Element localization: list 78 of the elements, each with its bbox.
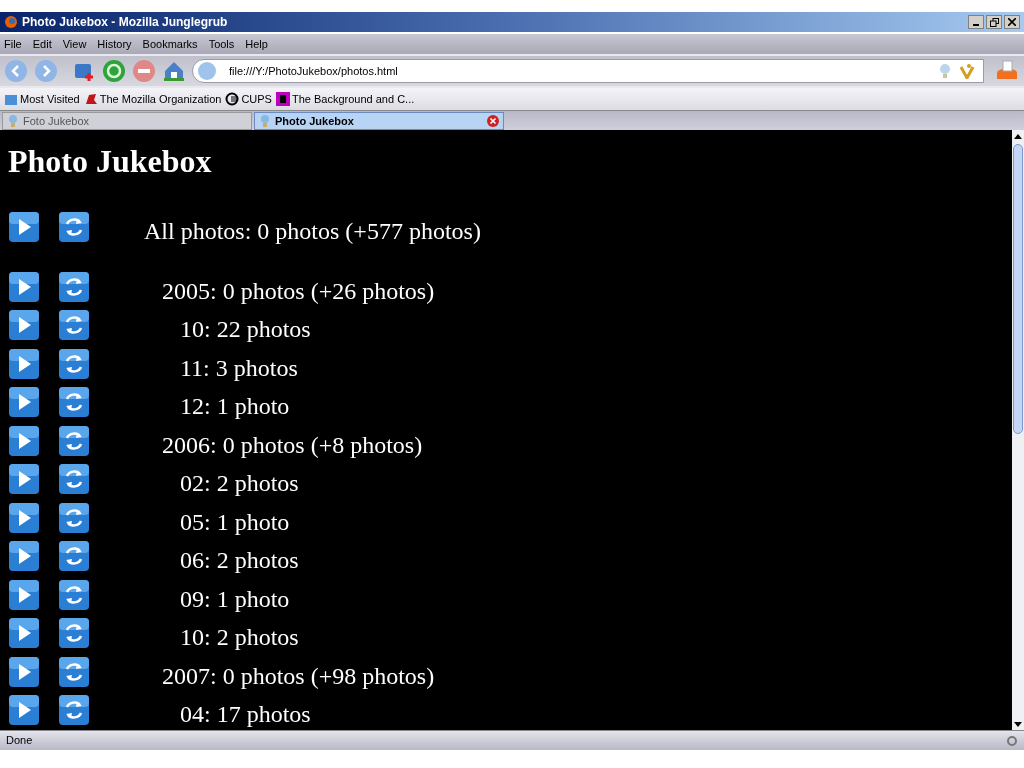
folder-label: 2006: 0 photos (+8 photos): [161, 430, 423, 460]
close-icon: [1008, 18, 1016, 26]
browser-tab[interactable]: Foto Jukebox: [2, 112, 252, 130]
menu-item[interactable]: View: [62, 35, 87, 53]
shuffle-icon[interactable]: [58, 211, 90, 244]
window-title: Photo Jukebox - Mozilla Junglegrub: [22, 14, 228, 31]
play-icon[interactable]: [8, 270, 40, 303]
folder-label: 06: 2 photos: [179, 546, 299, 576]
bulb-icon: [7, 114, 19, 128]
menu-item[interactable]: Edit: [32, 35, 52, 53]
page-heading: Photo Jukebox: [8, 142, 213, 180]
restore-button[interactable]: [986, 15, 1002, 29]
menu-item[interactable]: Tools: [208, 35, 235, 53]
folder-label: 12: 1 photo: [179, 392, 290, 422]
folder-label: 09: 1 photo: [179, 584, 290, 614]
scrollbar[interactable]: [1012, 130, 1024, 730]
home-icon[interactable]: [162, 59, 186, 83]
shuffle-icon[interactable]: [58, 270, 90, 303]
shuffle-icon[interactable]: [58, 540, 90, 573]
status-text: Done: [6, 733, 33, 749]
shuffle-icon[interactable]: [58, 386, 90, 419]
bulb-icon: [939, 63, 951, 79]
play-icon[interactable]: [8, 540, 40, 573]
cups-icon: [225, 92, 240, 106]
page-icon: [275, 92, 290, 106]
menu-item[interactable]: History: [97, 35, 132, 53]
close-tab-icon[interactable]: [487, 115, 499, 127]
bookmark-link[interactable]: The Mozilla Organization: [99, 90, 222, 108]
address-field[interactable]: file:///Y:/PhotoJukebox/photos.html: [192, 59, 984, 83]
shuffle-icon[interactable]: [58, 463, 90, 496]
shuffle-icon[interactable]: [58, 347, 90, 380]
play-icon[interactable]: [8, 501, 40, 534]
play-icon[interactable]: [8, 347, 40, 380]
scroll-up-icon[interactable]: [1014, 133, 1022, 139]
folder-label: 05: 1 photo: [179, 507, 290, 537]
minimize-button[interactable]: [968, 15, 984, 29]
shuffle-icon[interactable]: [58, 655, 90, 688]
play-icon[interactable]: [8, 578, 40, 611]
scroll-down-icon[interactable]: [1014, 721, 1022, 727]
browser-logo-icon: [4, 15, 18, 29]
bookmark-link[interactable]: CUPS: [241, 90, 272, 108]
scroll-thumb[interactable]: [1013, 144, 1023, 434]
folder-label: 04: 17 photos: [179, 700, 311, 730]
shuffle-icon[interactable]: [58, 617, 90, 650]
folder-label: 11: 3 photos: [179, 353, 298, 383]
play-icon[interactable]: [8, 211, 40, 244]
folder-label: 10: 22 photos: [179, 315, 311, 345]
reload-icon[interactable]: [102, 59, 126, 83]
menu-item[interactable]: Bookmarks: [142, 35, 198, 53]
play-icon[interactable]: [8, 386, 40, 419]
play-icon[interactable]: [8, 655, 40, 688]
minimize-icon: [973, 24, 979, 26]
play-icon[interactable]: [8, 617, 40, 650]
menu-item[interactable]: File: [4, 35, 22, 53]
globe-icon: [197, 61, 217, 81]
bookmark-link[interactable]: Most Visited: [20, 90, 80, 108]
folder-label: 2007: 0 photos (+98 photos): [161, 661, 435, 691]
play-icon[interactable]: [8, 309, 40, 342]
shuffle-icon[interactable]: [58, 501, 90, 534]
play-icon[interactable]: [8, 694, 40, 727]
play-icon[interactable]: [8, 463, 40, 496]
shuffle-icon[interactable]: [58, 424, 90, 457]
shuffle-icon[interactable]: [58, 578, 90, 611]
folder-label: 2005: 0 photos (+26 photos): [161, 276, 435, 306]
close-button[interactable]: [1004, 15, 1020, 29]
shuffle-icon[interactable]: [58, 694, 90, 727]
folder-label: 10: 2 photos: [179, 623, 299, 653]
shuffle-icon[interactable]: [58, 309, 90, 342]
bookmark-link[interactable]: The Background and C...: [291, 90, 415, 108]
folder-label: All photos: 0 photos (+577 photos): [144, 217, 481, 247]
restore-icon: [989, 17, 999, 27]
play-icon[interactable]: [8, 424, 40, 457]
bulb-icon: [259, 114, 271, 128]
folder-label: 02: 2 photos: [179, 469, 299, 499]
stop-icon[interactable]: [132, 59, 156, 83]
browser-tab[interactable]: Photo Jukebox: [254, 112, 504, 130]
menu-item[interactable]: Help: [245, 35, 268, 53]
loading-icon: [1006, 734, 1018, 747]
